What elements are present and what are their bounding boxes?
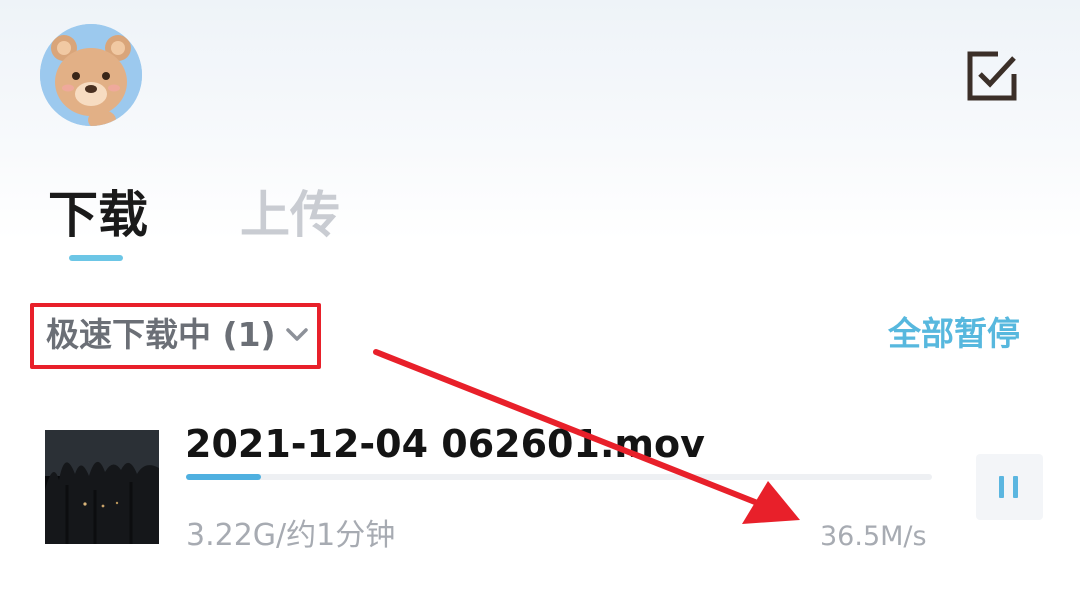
avatar[interactable]: [40, 24, 142, 126]
file-name[interactable]: 2021-12-04 062601.mov: [185, 420, 705, 468]
active-tab-indicator: [69, 255, 123, 261]
edit-select-button[interactable]: [962, 46, 1022, 106]
bear-avatar-icon: [40, 24, 142, 126]
checkbox-edit-icon: [967, 51, 1017, 101]
download-progress-fill: [186, 474, 261, 480]
pause-button[interactable]: [976, 454, 1043, 520]
download-speed: 36.5M/s: [820, 521, 927, 552]
tab-upload[interactable]: 上传: [240, 186, 340, 244]
download-size-eta: 3.22G/约1分钟: [186, 518, 396, 553]
download-progress-bar: [186, 474, 932, 480]
section-title[interactable]: 极速下载中 (1): [46, 313, 276, 357]
video-thumbnail[interactable]: [45, 430, 159, 544]
chevron-down-icon[interactable]: [284, 322, 310, 348]
pause-all-button[interactable]: 全部暂停: [888, 312, 1020, 356]
tab-download[interactable]: 下载: [48, 186, 148, 244]
pause-icon: [999, 476, 1018, 498]
annotation-arrow: [373, 349, 800, 524]
